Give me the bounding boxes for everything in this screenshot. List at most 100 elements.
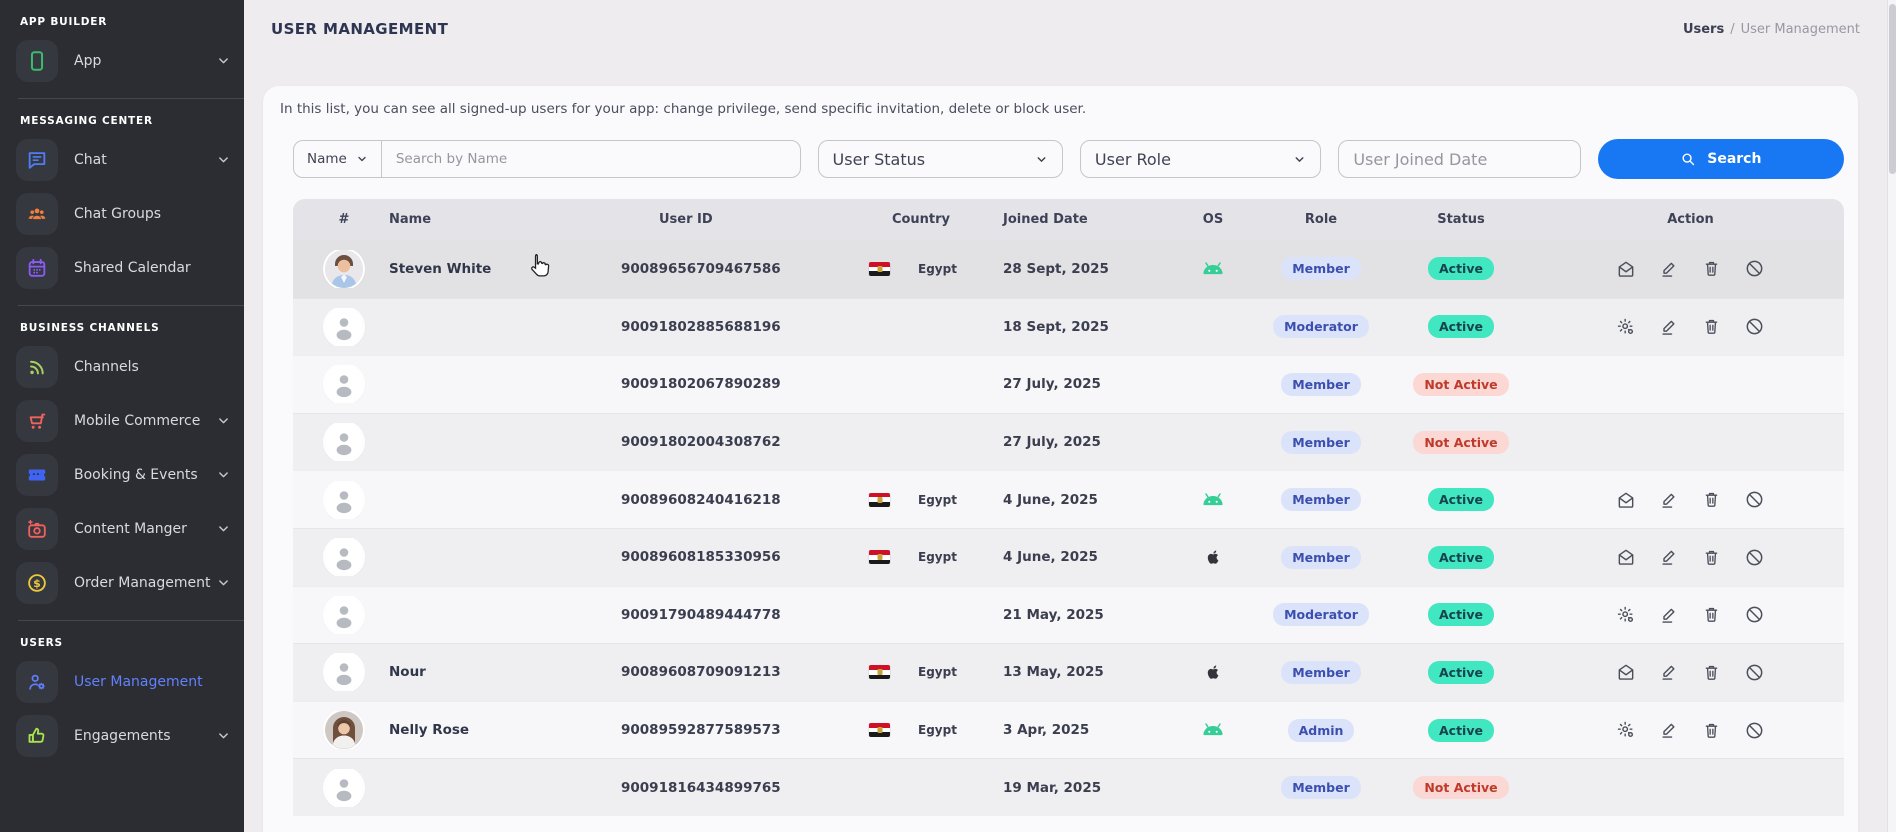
sidebar-item-mobile-commerce[interactable]: Mobile Commerce — [0, 394, 244, 448]
delete-icon — [1702, 317, 1721, 336]
joined-date-input[interactable] — [1338, 140, 1580, 178]
sidebar-item-chat[interactable]: Chat — [0, 133, 244, 187]
sidebar-divider — [18, 305, 244, 306]
delete-action-button[interactable] — [1702, 662, 1721, 683]
search-field-select[interactable]: Name — [294, 141, 382, 177]
table-row[interactable]: 9009181643489976519 Mar, 2025MemberNot A… — [293, 758, 1844, 816]
sidebar-divider — [18, 620, 244, 621]
delete-action-button[interactable] — [1702, 489, 1721, 510]
mail-action-button[interactable] — [1616, 662, 1636, 683]
table-row[interactable]: Steven White90089656709467586Egypt28 Sep… — [293, 240, 1844, 298]
mail-action-button[interactable] — [1616, 547, 1636, 568]
sidebar-item-label: Content Manger — [74, 521, 187, 537]
user-settings-action-button[interactable] — [1616, 604, 1636, 625]
table-row[interactable]: 9009180200430876227 July, 2025MemberNot … — [293, 413, 1844, 471]
delete-icon — [1702, 259, 1721, 278]
table-row[interactable]: 90089608240416218Egypt4 June, 2025Member… — [293, 470, 1844, 528]
table-row[interactable]: Nelly Rose90089592877589573Egypt3 Apr, 2… — [293, 701, 1844, 759]
name-search-group: Name — [293, 140, 801, 178]
dollar-icon: $ — [26, 572, 48, 594]
edit-action-button[interactable] — [1659, 720, 1679, 741]
row-index-cell — [313, 481, 375, 519]
camera-icon — [26, 518, 48, 540]
sidebar-item-order-management[interactable]: $Order Management — [0, 556, 244, 610]
sidebar-item-booking-events[interactable]: Booking & Events — [0, 448, 244, 502]
edit-action-button[interactable] — [1659, 316, 1679, 337]
table-row[interactable]: 9009180288568819618 Sept, 2025ModeratorA… — [293, 298, 1844, 356]
block-action-button[interactable] — [1744, 720, 1765, 741]
egypt-flag-icon — [869, 723, 890, 737]
sidebar-item-content-manger[interactable]: Content Manger — [0, 502, 244, 556]
table-row[interactable]: 9009179048944477821 May, 2025ModeratorAc… — [293, 586, 1844, 644]
block-action-button[interactable] — [1744, 489, 1765, 510]
delete-action-button[interactable] — [1702, 547, 1721, 568]
sidebar-item-app[interactable]: App — [0, 34, 244, 88]
user-settings-icon — [1616, 605, 1636, 625]
edit-action-button[interactable] — [1659, 662, 1679, 683]
scrollbar-thumb[interactable] — [1889, 4, 1896, 174]
edit-action-button[interactable] — [1659, 604, 1679, 625]
edit-action-button[interactable] — [1659, 547, 1679, 568]
joined-date: 19 Mar, 2025 — [987, 780, 1169, 796]
edit-action-button[interactable] — [1659, 258, 1679, 279]
mail-icon — [1616, 547, 1636, 567]
block-action-button[interactable] — [1744, 547, 1765, 568]
status-badge: Active — [1428, 257, 1494, 280]
column-header-: # — [313, 212, 375, 227]
egypt-flag-icon — [869, 493, 890, 507]
action-cell — [1537, 604, 1844, 625]
os-cell — [1169, 722, 1257, 738]
search-icon — [1680, 151, 1697, 168]
table-row[interactable]: 9009180206789028927 July, 2025MemberNot … — [293, 355, 1844, 413]
scrollbar[interactable] — [1887, 0, 1896, 832]
table-row[interactable]: 90089608185330956Egypt4 June, 2025Member… — [293, 528, 1844, 586]
delete-action-button[interactable] — [1702, 604, 1721, 625]
search-button[interactable]: Search — [1598, 139, 1844, 179]
user-settings-action-button[interactable] — [1616, 720, 1636, 741]
sidebar-item-user-management[interactable]: User Management — [0, 655, 244, 709]
status-badge: Active — [1428, 315, 1494, 338]
row-index-cell — [313, 250, 375, 288]
thumbs-up-icon — [26, 725, 48, 747]
user-id: 90091816434899765 — [603, 780, 855, 796]
user-id: 90089608240416218 — [603, 492, 855, 508]
sidebar-item-engagements[interactable]: Engagements — [0, 709, 244, 763]
joined-date: 3 Apr, 2025 — [987, 722, 1169, 738]
avatar-placeholder — [325, 769, 363, 807]
egypt-flag-icon — [869, 262, 890, 276]
delete-action-button[interactable] — [1702, 258, 1721, 279]
sidebar-section-label-messaging-center: MESSAGING CENTER — [20, 115, 244, 127]
mail-action-button[interactable] — [1616, 489, 1636, 510]
row-index-cell — [313, 308, 375, 346]
action-cell — [1537, 258, 1844, 279]
breadcrumb-users-link[interactable]: Users — [1683, 22, 1724, 37]
sidebar-item-channels[interactable]: Channels — [0, 340, 244, 394]
table-row[interactable]: Nour90089608709091213Egypt13 May, 2025Me… — [293, 643, 1844, 701]
role-cell: Member — [1257, 546, 1385, 569]
edit-action-button[interactable] — [1659, 489, 1679, 510]
block-action-button[interactable] — [1744, 316, 1765, 337]
avatar-placeholder — [325, 423, 363, 461]
delete-action-button[interactable] — [1702, 316, 1721, 337]
user-role-select[interactable]: User Role — [1080, 140, 1321, 178]
user-status-select[interactable]: User Status — [818, 140, 1063, 178]
role-cell: Moderator — [1257, 315, 1385, 338]
mail-action-button[interactable] — [1616, 258, 1636, 279]
chevron-down-icon — [217, 154, 230, 167]
search-input[interactable] — [382, 141, 800, 177]
column-header-status: Status — [1385, 212, 1537, 227]
user-status-select-label: User Status — [833, 150, 926, 169]
sidebar-item-label: Booking & Events — [74, 467, 198, 483]
ticket-icon — [26, 464, 48, 486]
block-action-button[interactable] — [1744, 258, 1765, 279]
sidebar-section-label-business-channels: BUSINESS CHANNELS — [20, 322, 244, 334]
delete-action-button[interactable] — [1702, 720, 1721, 741]
block-action-button[interactable] — [1744, 662, 1765, 683]
user-settings-action-button[interactable] — [1616, 316, 1636, 337]
sidebar-item-shared-calendar[interactable]: Shared Calendar — [0, 241, 244, 295]
status-badge: Active — [1428, 546, 1494, 569]
svg-text:$: $ — [33, 577, 41, 590]
chevron-down-icon — [217, 469, 230, 482]
sidebar-item-chat-groups[interactable]: Chat Groups — [0, 187, 244, 241]
block-action-button[interactable] — [1744, 604, 1765, 625]
